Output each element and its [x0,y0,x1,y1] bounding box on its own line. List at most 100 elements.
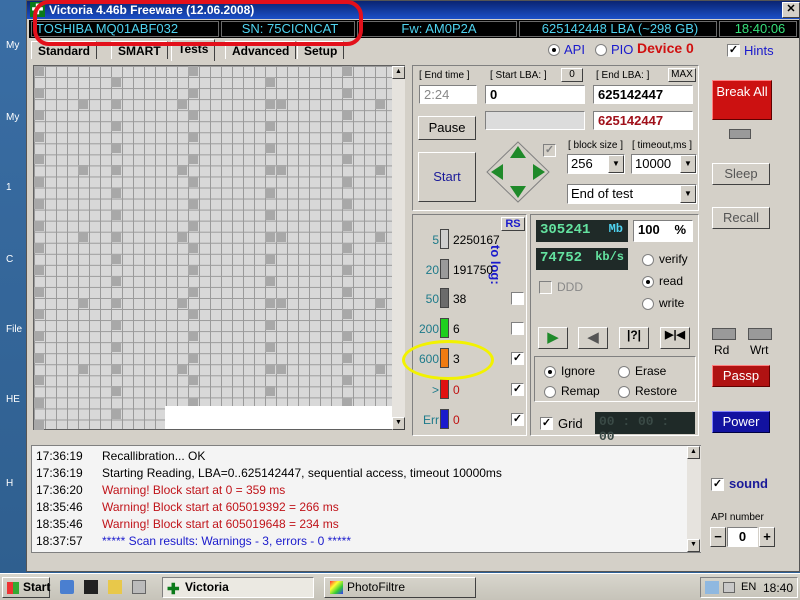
end-lba-field-2[interactable]: 625142447 [593,111,693,130]
grid-block [265,165,275,176]
end-lba-field[interactable]: 625142447 [593,85,693,104]
grid-block [111,77,121,88]
to-log-checkbox[interactable] [511,322,524,335]
remap-label: Remap [561,384,600,398]
api-number-field[interactable]: 0 [727,527,758,547]
taskbar: Start ✚ Victoria PhotoFiltre EN 18:40 [0,573,800,600]
grid-block [111,386,121,397]
grid-block [276,231,286,242]
api-radio[interactable] [548,44,560,56]
restore-radio[interactable] [618,386,630,398]
restore-label: Restore [635,384,678,398]
erase-radio[interactable] [618,366,630,378]
folder-icon[interactable] [108,580,122,594]
play-button[interactable]: ▶ [538,327,568,349]
speed-value: 74752 [540,250,583,266]
to-log-checkbox[interactable]: ✓ [511,383,524,396]
grid-scrollbar[interactable]: ▲ ▼ [392,66,405,430]
system-tray: EN 18:40 [700,577,798,598]
start-button[interactable]: Start [418,152,476,202]
grid-block [265,342,275,353]
close-button[interactable]: ✕ [782,2,800,18]
api-plus-button[interactable]: + [759,527,775,547]
grid-block [342,353,352,364]
grid-block [34,397,44,408]
rd-led [712,328,736,340]
block-size-select[interactable]: 256 ▼ [567,154,625,174]
activity-led [729,129,751,139]
desktop-icon-label[interactable]: 1 [6,182,12,193]
desktop-icon-label[interactable]: H [6,478,13,489]
rd-label: Rd [714,343,730,357]
to-log-checkbox[interactable]: ✓ [511,352,524,365]
device-icon[interactable] [132,580,146,594]
desktop-icon-label[interactable]: My [6,112,19,123]
stat-row: 5 2250167 [413,229,528,253]
grid-block [34,264,44,275]
grid-block [177,231,187,242]
taskbar-victoria[interactable]: ✚ Victoria [162,577,314,598]
hints-checkbox[interactable]: ✓ [727,44,740,57]
end-lba-max-button[interactable]: MAX [668,68,696,82]
desktop-icon-label[interactable]: C [6,254,13,265]
tray-network-icon[interactable] [705,581,719,594]
passp-button[interactable]: Passp [712,365,770,387]
end-action-select[interactable]: End of test ▼ [567,184,697,204]
terminal-icon[interactable] [84,580,98,594]
end-button[interactable]: ▶|◀ [660,327,690,349]
timeout-select[interactable]: 10000 ▼ [631,154,697,174]
log-line: 18:35:46 Warning! Block start at 60501939… [36,499,339,516]
language-indicator[interactable]: EN [741,581,756,593]
pause-button[interactable]: Pause [418,116,476,140]
read-radio[interactable] [642,276,654,288]
grid-block [34,309,44,320]
stat-count: 191750 [453,263,494,277]
grid-block [265,121,275,132]
scroll-up-button[interactable]: ▲ [392,66,405,79]
speed-readout: 74752 kb/s [536,248,628,270]
sleep-button[interactable]: Sleep [712,163,770,185]
back-button[interactable]: ◀ [578,327,608,349]
stat-ms-label: Err [423,413,439,427]
taskbar-photofiltre[interactable]: PhotoFiltre [324,577,476,598]
remap-radio[interactable] [544,386,556,398]
sound-checkbox[interactable]: ✓ [711,478,724,491]
api-minus-button[interactable]: − [710,527,726,547]
event-log[interactable]: 17:36:19 Recallibration... OK 17:36:19 Star… [31,445,701,553]
grid-checkbox[interactable]: ✓ [540,417,553,430]
end-time-field[interactable]: 2:24 [419,85,477,104]
grid-block [177,165,187,176]
start-lba-zero-button[interactable]: 0 [561,68,583,82]
power-button[interactable]: Power [712,411,770,433]
log-scroll-down[interactable]: ▼ [687,539,700,552]
tray-monitor-icon[interactable] [723,582,735,593]
recall-button[interactable]: Recall [712,207,770,229]
pio-radio[interactable] [595,44,607,56]
verify-radio[interactable] [642,254,654,266]
chevron-down-icon: ▼ [680,185,696,203]
write-radio[interactable] [642,298,654,310]
start-lba-field-2[interactable] [485,111,585,130]
desktop-strip: My My 1 C File HE H [0,0,28,572]
seek-button[interactable]: |?| [619,327,649,349]
dpad-checkbox[interactable]: ✓ [543,144,556,157]
to-log-checkbox[interactable]: ✓ [511,413,524,426]
ddd-checkbox[interactable] [539,281,552,294]
mb-unit: Mb [608,222,623,236]
break-all-button[interactable]: Break All [712,80,772,120]
grid-block [342,375,352,386]
desktop-icon-label[interactable]: File [6,324,22,335]
log-scroll-up[interactable]: ▲ [687,446,700,459]
desktop-icon-label[interactable]: HE [6,394,20,405]
ignore-radio[interactable] [544,366,556,378]
start-button[interactable]: Start [2,577,50,598]
speed-unit: kb/s [595,250,624,264]
log-scrollbar[interactable]: ▲ ▼ [687,446,701,552]
stat-ms-label: 200 [418,322,439,336]
start-lba-field[interactable]: 0 [485,85,585,104]
desktop-icon-label[interactable]: My [6,40,19,51]
scroll-down-button[interactable]: ▼ [392,417,405,430]
to-log-checkbox[interactable] [511,292,524,305]
direction-pad-icon[interactable] [485,140,551,204]
ie-icon[interactable] [60,580,74,594]
